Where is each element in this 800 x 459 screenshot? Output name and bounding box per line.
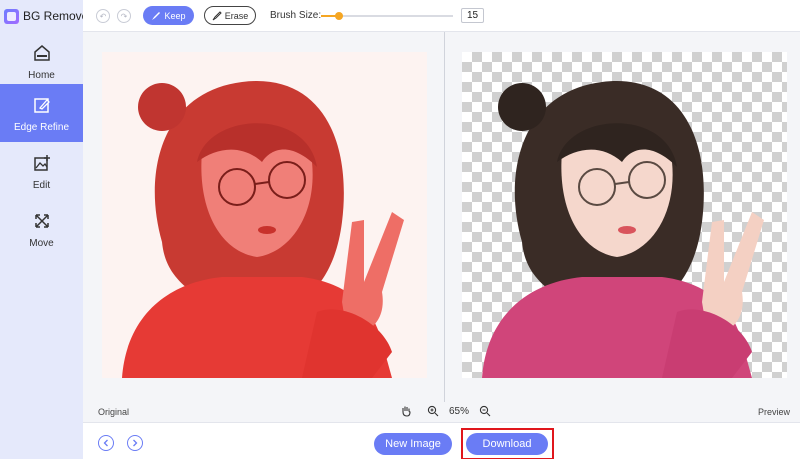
sidebar-item-label: Home <box>28 69 55 81</box>
app-brand: BG Remover <box>0 0 92 32</box>
erase-brush-icon <box>212 10 222 20</box>
keep-button[interactable]: Keep <box>143 6 194 25</box>
canvas-area <box>83 32 800 402</box>
panel-divider <box>444 32 445 402</box>
redo-icon[interactable]: ↷ <box>117 9 131 23</box>
status-bar: Original 65% Preview <box>83 402 800 422</box>
home-icon <box>31 42 53 64</box>
keep-button-label: Keep <box>164 10 186 21</box>
erase-button[interactable]: Erase <box>204 6 256 25</box>
brush-size-label: Brush Size: <box>270 10 322 21</box>
app-title: BG Remover <box>23 9 93 23</box>
sidebar-item-move[interactable]: Move <box>0 200 83 258</box>
next-button[interactable] <box>127 435 143 451</box>
original-label: Original <box>98 407 130 417</box>
new-image-button[interactable]: New Image <box>374 433 452 455</box>
sidebar-item-label: Edge Refine <box>13 121 70 133</box>
sidebar-item-edge-refine[interactable]: Edge Refine <box>0 84 83 142</box>
brush-size-slider-thumb[interactable] <box>335 12 344 20</box>
preview-image[interactable] <box>462 52 787 378</box>
chevron-left-icon <box>103 439 108 447</box>
previous-button[interactable] <box>98 435 114 451</box>
zoom-in-icon[interactable] <box>427 405 439 417</box>
zoom-level: 65% <box>449 406 470 417</box>
brush-size-input[interactable]: 15 <box>461 8 484 23</box>
chevron-right-icon <box>133 439 138 447</box>
erase-button-label: Erase <box>224 10 249 21</box>
toolbar: ↶ ↷ Keep Erase Brush Size: 15 <box>83 0 800 32</box>
brush-size-slider[interactable] <box>321 12 453 20</box>
keep-brush-icon <box>152 11 161 20</box>
sidebar-item-label: Edit <box>32 179 51 191</box>
undo-icon[interactable]: ↶ <box>96 9 110 23</box>
edge-refine-icon <box>31 94 53 116</box>
sidebar-item-home[interactable]: Home <box>0 32 83 90</box>
app-logo-icon <box>4 8 19 24</box>
original-image[interactable] <box>102 52 427 378</box>
edit-image-icon <box>31 152 53 174</box>
move-icon <box>31 210 53 232</box>
sidebar-item-edit[interactable]: Edit <box>0 142 83 200</box>
download-button[interactable]: Download <box>466 433 548 455</box>
sidebar-item-label: Move <box>29 237 54 249</box>
zoom-out-icon[interactable] <box>479 405 491 417</box>
preview-label: Preview <box>757 407 790 417</box>
preview-image-illustration <box>482 81 764 378</box>
original-image-illustration <box>102 52 427 378</box>
sidebar: BG Remover Home Edge Refine Edit Move <box>0 0 92 459</box>
bottom-bar: New Image Download <box>83 422 800 459</box>
hand-pan-icon[interactable] <box>400 405 412 417</box>
